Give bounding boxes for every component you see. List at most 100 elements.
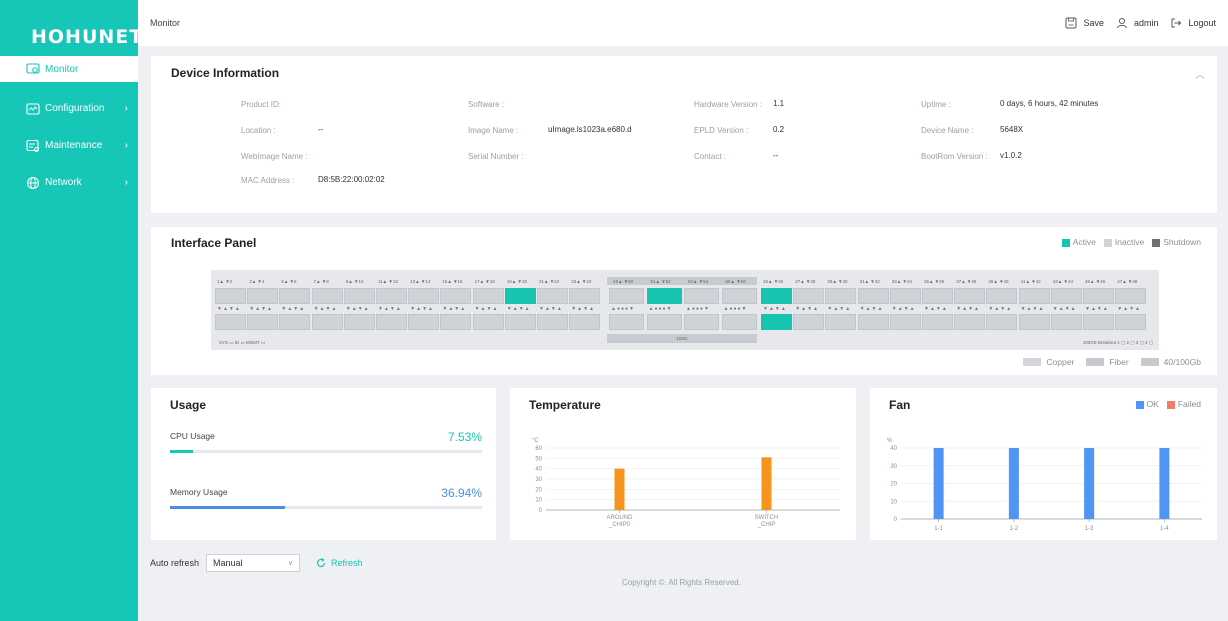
- port[interactable]: [472, 314, 504, 330]
- port[interactable]: [1018, 314, 1050, 330]
- y-tick-label: 30: [535, 477, 542, 483]
- info-label: Contact :: [694, 152, 727, 161]
- port[interactable]: [889, 288, 921, 304]
- chevron-down-icon: ∨: [287, 560, 294, 567]
- port[interactable]: [1018, 288, 1050, 304]
- info-value: v1.0.2: [1000, 151, 1022, 160]
- port[interactable]: [954, 314, 986, 330]
- port-status-arrows: ▼▲▼▲: [1085, 306, 1109, 312]
- port[interactable]: [954, 288, 986, 304]
- port[interactable]: [408, 314, 440, 330]
- save-button[interactable]: Save: [1065, 17, 1104, 29]
- sidebar-item-monitor[interactable]: Monitor: [0, 56, 138, 82]
- port[interactable]: [761, 288, 792, 304]
- refresh-icon: [316, 558, 326, 568]
- port[interactable]: [440, 314, 472, 330]
- port[interactable]: [279, 288, 311, 304]
- port[interactable]: [537, 314, 568, 330]
- port[interactable]: [440, 288, 472, 304]
- port[interactable]: [684, 314, 719, 330]
- collapse-chevron-icon[interactable]: ︿: [1195, 66, 1205, 81]
- user-menu[interactable]: admin: [1116, 17, 1158, 29]
- port[interactable]: [986, 288, 1018, 304]
- y-tick-label: 50: [535, 456, 542, 462]
- info-label: Uptime :: [921, 100, 951, 109]
- info-label: EPLD Version :: [694, 126, 749, 135]
- port[interactable]: [472, 288, 504, 304]
- port-number-label: 51▲ ▼52: [650, 279, 671, 284]
- config-icon: [26, 102, 40, 116]
- port[interactable]: [793, 288, 825, 304]
- sidebar-item-network[interactable]: Network ›: [0, 164, 138, 201]
- sidebar-item-maintenance[interactable]: Maintenance ›: [0, 127, 138, 164]
- info-value: 0 days, 6 hours, 42 minutes: [1000, 99, 1099, 108]
- port[interactable]: [857, 288, 889, 304]
- port[interactable]: [247, 314, 279, 330]
- port[interactable]: [343, 288, 375, 304]
- port[interactable]: [1083, 314, 1114, 330]
- port[interactable]: [761, 314, 792, 330]
- port[interactable]: [537, 288, 568, 304]
- port[interactable]: [609, 288, 644, 304]
- port[interactable]: [825, 314, 857, 330]
- port[interactable]: [1050, 314, 1082, 330]
- refresh-button[interactable]: Refresh: [316, 558, 363, 568]
- sidebar-nav: Monitor Configuration › Maintenance › Network…: [0, 56, 138, 201]
- port[interactable]: [857, 314, 889, 330]
- port[interactable]: [646, 288, 682, 304]
- copyright-text: Copyright ©. All Rights Reserved.: [622, 578, 741, 587]
- port[interactable]: [311, 314, 343, 330]
- port[interactable]: [646, 314, 682, 330]
- chevron-right-icon: ›: [124, 177, 128, 188]
- port-number-label: 29▲ ▼30: [827, 279, 848, 284]
- port[interactable]: [721, 314, 757, 330]
- port[interactable]: [504, 314, 536, 330]
- port[interactable]: [793, 314, 825, 330]
- media-label: 40/100Gb: [1163, 357, 1201, 367]
- port[interactable]: [408, 288, 440, 304]
- port[interactable]: [504, 288, 536, 304]
- port[interactable]: [215, 314, 246, 330]
- x-tick-label: 1-4: [1160, 526, 1169, 532]
- port[interactable]: [721, 288, 757, 304]
- port[interactable]: [311, 288, 343, 304]
- port[interactable]: [279, 314, 311, 330]
- port[interactable]: [376, 288, 407, 304]
- port-status-arrows: ▼▲▼▲: [474, 306, 499, 312]
- port[interactable]: [215, 288, 246, 304]
- cpu-usage-bar: [170, 450, 194, 453]
- port-number-label: 45▲ ▼46: [1085, 279, 1106, 284]
- port[interactable]: [922, 314, 953, 330]
- media-legend-1: Fiber: [1086, 357, 1129, 367]
- x-tick-label: _CHIP: [757, 522, 776, 528]
- port-number-label: 9▲ ▼10: [345, 279, 364, 284]
- port[interactable]: [922, 288, 953, 304]
- x-tick-label: 1-3: [1085, 526, 1094, 532]
- port[interactable]: [609, 314, 644, 330]
- port[interactable]: [376, 314, 407, 330]
- port-status-arrows: ▼▲▼▲: [410, 306, 434, 312]
- sidebar-item-label: Network: [45, 177, 82, 188]
- port-status-arrows: ▲●●●▼: [723, 306, 748, 312]
- info-label: BootRom Version :: [921, 152, 988, 161]
- port[interactable]: [986, 314, 1018, 330]
- sidebar-item-configuration[interactable]: Configuration ›: [0, 90, 138, 127]
- port[interactable]: [569, 314, 601, 330]
- port[interactable]: [569, 288, 601, 304]
- fan-card: Fan OK Failed % 0 10 20 30 40 1-1 1-2 1-3 1-4: [870, 388, 1217, 540]
- port[interactable]: [343, 314, 375, 330]
- logout-button[interactable]: Logout: [1170, 17, 1216, 29]
- port[interactable]: [247, 288, 279, 304]
- auto-refresh-select[interactable]: Manual ∨: [206, 554, 301, 572]
- port[interactable]: [1083, 288, 1114, 304]
- legend-swatch: [1103, 238, 1112, 247]
- port[interactable]: [1115, 288, 1147, 304]
- port-number-label: 55▲ ▼56: [725, 279, 746, 284]
- port[interactable]: [684, 288, 719, 304]
- port[interactable]: [1050, 288, 1082, 304]
- x-tick-label: 1-1: [934, 526, 943, 532]
- port[interactable]: [825, 288, 857, 304]
- port[interactable]: [1115, 314, 1147, 330]
- port-number-label: 35▲ ▼36: [924, 279, 945, 284]
- port[interactable]: [889, 314, 921, 330]
